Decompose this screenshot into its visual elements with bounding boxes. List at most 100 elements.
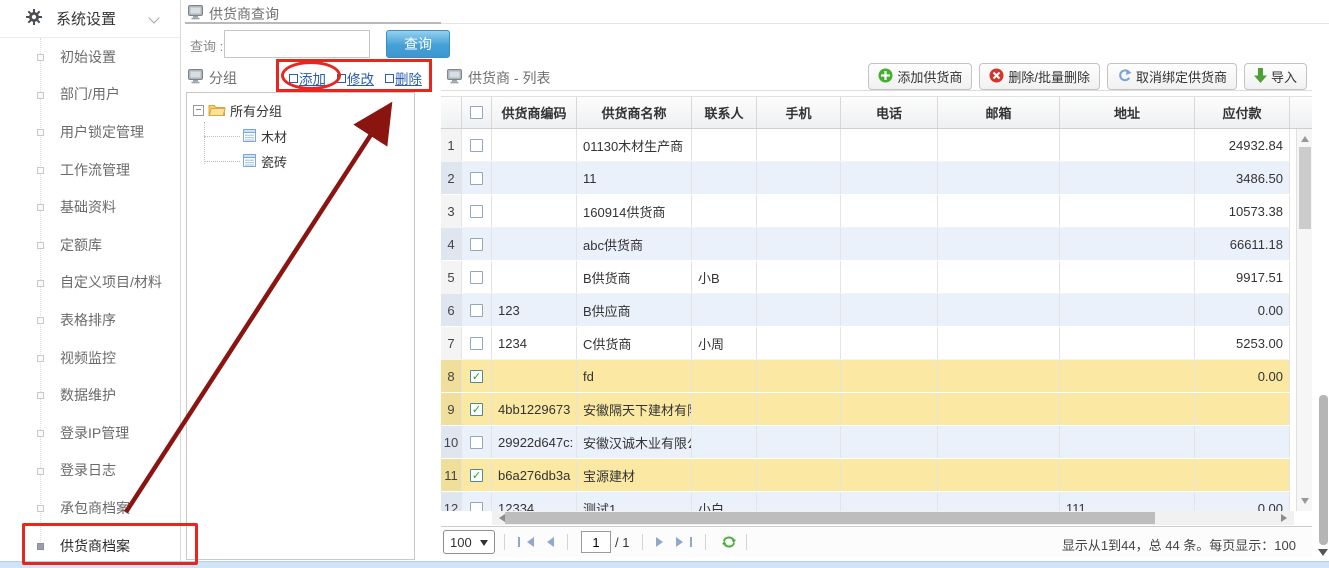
grid-vertical-scrollbar[interactable] [1296, 129, 1312, 511]
scroll-left-arrow-icon[interactable] [495, 514, 505, 522]
row-checkbox[interactable] [470, 238, 483, 251]
cell-code [492, 360, 577, 392]
first-page-button[interactable] [514, 537, 538, 547]
sidebar-item-视频监控[interactable]: 视频监控 [0, 339, 180, 377]
row-checkbox[interactable] [470, 139, 483, 152]
table-row[interactable]: 5B供货商小B9917.51 [441, 261, 1290, 294]
table-row[interactable]: 71234C供货商小周5253.00 [441, 327, 1290, 360]
table-row[interactable]: 101130木材生产商24932.84 [441, 129, 1290, 162]
horizontal-scroll-thumb[interactable] [505, 512, 1155, 524]
column-header-mobile[interactable]: 手机 [757, 97, 841, 128]
page-number-input[interactable] [581, 531, 611, 553]
toolbar-button-导入[interactable]: 导入 [1244, 63, 1307, 90]
sidebar-item-承包商档案[interactable]: 承包商档案 [0, 489, 180, 527]
group-action-删除[interactable]: 删除 [385, 68, 422, 88]
last-page-button[interactable] [672, 537, 696, 547]
scroll-up-arrow-icon[interactable] [1301, 132, 1309, 142]
row-checkbox[interactable] [470, 271, 483, 284]
table-row[interactable]: 6123B供应商0.00 [441, 294, 1290, 327]
next-page-button[interactable] [652, 537, 672, 547]
sidebar-item-定额库[interactable]: 定额库 [0, 226, 180, 264]
sidebar-item-供货商档案[interactable]: 供货商档案 [0, 527, 180, 565]
column-header-code[interactable]: 供货商编码 [492, 97, 577, 128]
row-checkbox-checked[interactable]: ✓ [470, 469, 483, 482]
sidebar-menu: 初始设置部门/用户用户锁定管理工作流管理基础资料定额库自定义项目/材料表格排序视… [0, 38, 180, 564]
group-action-添加[interactable]: 添加 [289, 68, 326, 88]
cell-code: 12334 [492, 492, 577, 511]
tree-node-root[interactable]: − 所有分组 [193, 101, 414, 120]
query-button[interactable]: 查询 [386, 30, 450, 58]
table-row[interactable]: 2113486.50 [441, 162, 1290, 195]
cell-mobile [757, 393, 841, 425]
row-checkbox[interactable] [470, 337, 483, 350]
page-scroll-down-arrow-icon[interactable] [1318, 549, 1328, 561]
tree-node-木材[interactable]: 木材 [243, 124, 414, 149]
query-input[interactable] [224, 30, 370, 58]
tree-node-label: 木材 [261, 127, 287, 146]
sidebar-item-用户锁定管理[interactable]: 用户锁定管理 [0, 113, 180, 151]
column-header-contact[interactable]: 联系人 [692, 97, 757, 128]
toolbar-button-添加供货商[interactable]: 添加供货商 [868, 63, 972, 90]
sidebar-item-工作流管理[interactable]: 工作流管理 [0, 151, 180, 189]
prev-page-button[interactable] [538, 537, 558, 547]
table-row[interactable]: 4abc供货商66611.18 [441, 228, 1290, 261]
column-header-name[interactable]: 供货商名称 [577, 97, 692, 128]
row-checkbox[interactable] [470, 502, 483, 512]
tree-node-label: 瓷砖 [261, 152, 287, 171]
group-action-修改[interactable]: 修改 [337, 68, 374, 88]
sidebar: 系统设置 初始设置部门/用户用户锁定管理工作流管理基础资料定额库自定义项目/材料… [0, 0, 181, 568]
tree-node-瓷砖[interactable]: 瓷砖 [243, 149, 414, 174]
select-all-checkbox[interactable] [470, 106, 483, 119]
sidebar-item-表格排序[interactable]: 表格排序 [0, 301, 180, 339]
tree-root-label[interactable]: 所有分组 [230, 101, 282, 120]
sidebar-item-初始设置[interactable]: 初始设置 [0, 38, 180, 76]
sidebar-item-登录日志[interactable]: 登录日志 [0, 452, 180, 490]
cell-email [938, 426, 1060, 458]
scroll-down-arrow-icon[interactable] [1301, 498, 1309, 508]
toolbar-button-删除/批量删除[interactable]: 删除/批量删除 [979, 63, 1100, 90]
table-row[interactable]: 9✓4bb1229673安徽隔天下建材有限 [441, 393, 1290, 426]
column-header-payable[interactable]: 应付款 [1195, 97, 1290, 128]
row-checkbox[interactable] [470, 172, 483, 185]
column-header-stub [1290, 97, 1312, 128]
tree-collapse-icon[interactable]: − [193, 105, 204, 116]
row-checkbox-checked[interactable]: ✓ [470, 403, 483, 416]
toolbar-button-取消绑定供货商[interactable]: 取消绑定供货商 [1107, 63, 1237, 90]
table-row[interactable]: 8✓fd0.00 [441, 360, 1290, 393]
page-size-select[interactable]: 100 [443, 530, 495, 554]
row-checkbox[interactable] [470, 304, 483, 317]
table-row[interactable]: 11✓b6a276db3a宝源建材 [441, 459, 1290, 492]
sidebar-item-基础资料[interactable]: 基础资料 [0, 188, 180, 226]
sidebar-item-数据维护[interactable]: 数据维护 [0, 376, 180, 414]
toolbar-button-label: 删除/批量删除 [1008, 67, 1090, 86]
table-row[interactable]: 3160914供货商10573.38 [441, 195, 1290, 228]
group-panel-title: 分组 [188, 68, 237, 88]
sidebar-item-登录IP管理[interactable]: 登录IP管理 [0, 414, 180, 452]
cell-code [492, 195, 577, 227]
column-header-num[interactable] [441, 97, 462, 128]
cell-num: 9 [441, 393, 462, 425]
group-tree-panel: − 所有分组 木材瓷砖 [186, 92, 415, 560]
sidebar-item-部门/用户[interactable]: 部门/用户 [0, 76, 180, 114]
scroll-right-arrow-icon[interactable] [1281, 514, 1291, 522]
sidebar-header[interactable]: 系统设置 [0, 0, 180, 38]
sidebar-item-自定义项目/材料[interactable]: 自定义项目/材料 [0, 264, 180, 302]
page-scrollbar-thumb[interactable] [1319, 395, 1328, 545]
row-checkbox[interactable] [470, 205, 483, 218]
row-checkbox[interactable] [470, 436, 483, 449]
table-row[interactable]: 1212334测试1小白1110.00 [441, 492, 1290, 511]
row-checkbox-checked[interactable]: ✓ [470, 370, 483, 383]
column-header-check[interactable] [462, 97, 492, 128]
cell-name: 160914供货商 [577, 195, 692, 227]
column-header-address[interactable]: 地址 [1060, 97, 1195, 128]
query-header-underline [185, 22, 441, 24]
cell-email [938, 393, 1060, 425]
cell-mobile [757, 195, 841, 227]
vertical-scroll-thumb[interactable] [1299, 147, 1311, 229]
cell-check [462, 195, 492, 227]
refresh-icon[interactable] [721, 534, 737, 550]
column-header-phone[interactable]: 电话 [841, 97, 938, 128]
grid-horizontal-scrollbar[interactable] [492, 511, 1294, 525]
column-header-email[interactable]: 邮箱 [938, 97, 1060, 128]
table-row[interactable]: 1029922d647c:安徽汉诚木业有限公 [441, 426, 1290, 459]
